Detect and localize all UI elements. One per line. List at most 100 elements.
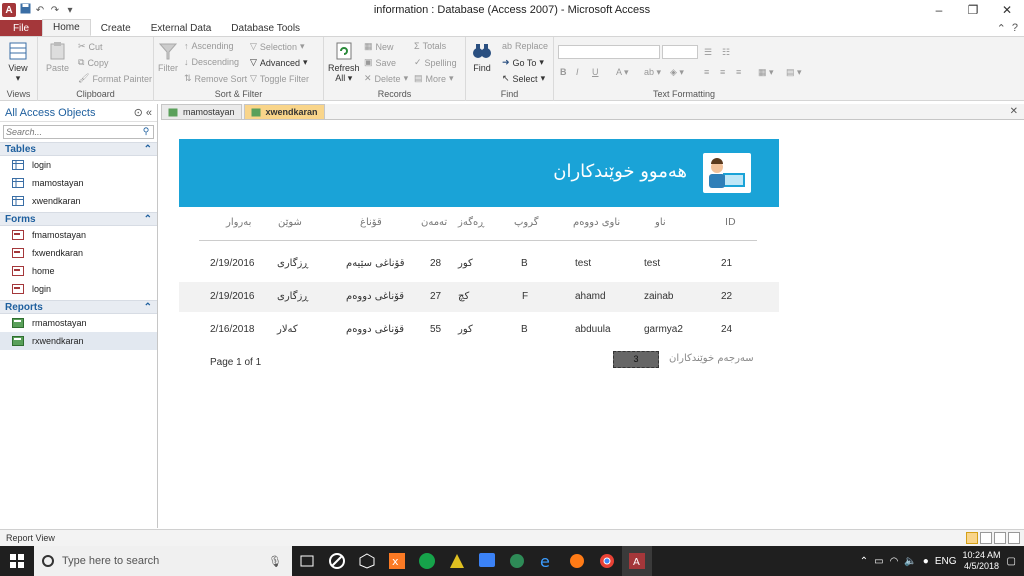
firefox-icon[interactable]: [562, 546, 592, 576]
nav-item-form-login[interactable]: login: [0, 280, 157, 298]
nav-pane-controls-icon[interactable]: ⊙ «: [134, 106, 152, 119]
ascending-button[interactable]: ↑ Ascending: [184, 41, 234, 51]
refresh-all-button[interactable]: Refresh All ▾: [328, 41, 360, 84]
view-button[interactable]: View ▾: [8, 41, 28, 84]
advanced-button[interactable]: ▽ Advanced ▾: [250, 57, 307, 68]
edge-icon[interactable]: e: [532, 546, 562, 576]
tab-external-data[interactable]: External Data: [141, 20, 222, 36]
align-left-icon[interactable]: ≡: [704, 67, 709, 77]
nav-section-reports[interactable]: Reports ⌃: [0, 300, 157, 314]
collapse-ribbon-icon[interactable]: ⌃: [997, 22, 1006, 35]
totals-button[interactable]: Σ Totals: [414, 41, 446, 51]
battery-icon[interactable]: ▭: [874, 556, 883, 567]
total-count-box[interactable]: 3: [613, 351, 659, 368]
weather-icon[interactable]: ●: [923, 556, 929, 567]
wifi-icon[interactable]: ◠: [890, 556, 899, 567]
remove-sort-button[interactable]: ⇅ Remove Sort: [184, 73, 247, 84]
nav-section-forms[interactable]: Forms ⌃: [0, 212, 157, 226]
bullets-icon[interactable]: ☰: [704, 47, 712, 58]
doc-tab-mamostayan[interactable]: mamostayan: [161, 104, 242, 119]
taskbar-search[interactable]: Type here to search 🎙: [34, 546, 292, 576]
alt-row-color-icon[interactable]: ▤ ▾: [786, 67, 802, 78]
report-view-button[interactable]: [966, 532, 978, 544]
find-button[interactable]: Find: [472, 41, 492, 73]
close-document-icon[interactable]: ✕: [1010, 106, 1018, 117]
nav-item-table-mamostayan[interactable]: mamostayan: [0, 174, 157, 192]
access-taskbar-icon[interactable]: A: [622, 546, 652, 576]
tab-file[interactable]: File: [0, 20, 42, 36]
paste-button[interactable]: Paste: [46, 41, 69, 73]
italic-button[interactable]: I: [576, 67, 579, 77]
nav-item-report-rmamostayan[interactable]: rmamostayan: [0, 314, 157, 332]
descending-button[interactable]: ↓ Descending: [184, 57, 239, 67]
undo-icon[interactable]: ↶: [34, 5, 46, 16]
nav-section-tables[interactable]: Tables ⌃: [0, 142, 157, 156]
font-color-button[interactable]: A ▾: [616, 67, 629, 78]
table-row[interactable]: 22 zainab ahamd F کچ 27 قۆناغی دووەم ڕزگ…: [179, 282, 779, 312]
table-row[interactable]: 21 test test B کور 28 قۆناغی سێیەم ڕزگار…: [179, 249, 779, 279]
language-indicator[interactable]: ENG: [935, 556, 957, 567]
format-painter-button[interactable]: 🖌 Format Painter: [78, 73, 152, 84]
nav-item-form-fxwendkaran[interactable]: fxwendkaran: [0, 244, 157, 262]
replace-button[interactable]: ab Replace: [502, 41, 548, 51]
task-view-icon[interactable]: [292, 546, 322, 576]
align-right-icon[interactable]: ≡: [736, 67, 741, 77]
bold-button[interactable]: B: [560, 67, 567, 77]
save-icon[interactable]: [19, 3, 31, 17]
xampp-icon[interactable]: x: [382, 546, 412, 576]
colorful-app-icon[interactable]: [442, 546, 472, 576]
nav-item-report-rxwendkaran[interactable]: rxwendkaran: [0, 332, 157, 350]
cut-button[interactable]: ✂ Cut: [78, 41, 103, 52]
show-hidden-icons[interactable]: ⌃: [860, 556, 868, 567]
minimize-button[interactable]: –: [922, 0, 956, 20]
start-button[interactable]: [0, 546, 34, 576]
underline-button[interactable]: U: [592, 67, 599, 77]
font-name-select[interactable]: [558, 45, 660, 59]
access-logo-icon[interactable]: A: [2, 3, 16, 17]
delete-record-button[interactable]: ✕ Delete ▾: [364, 73, 408, 84]
copy-button[interactable]: ⧉ Copy: [78, 57, 108, 68]
green-app-icon[interactable]: [412, 546, 442, 576]
highlight-button[interactable]: ab ▾: [644, 67, 661, 78]
help-icon[interactable]: ?: [1012, 22, 1018, 35]
tab-database-tools[interactable]: Database Tools: [221, 20, 310, 36]
no-entry-app-icon[interactable]: [322, 546, 352, 576]
restore-button[interactable]: ❐: [956, 0, 990, 20]
chat-app-icon[interactable]: [472, 546, 502, 576]
nav-item-form-home[interactable]: home: [0, 262, 157, 280]
nav-item-form-fmamostayan[interactable]: fmamostayan: [0, 226, 157, 244]
redo-icon[interactable]: ↷: [49, 5, 61, 16]
tab-home[interactable]: Home: [42, 19, 91, 36]
layout-view-button[interactable]: [994, 532, 1006, 544]
nav-search-input[interactable]: [4, 126, 139, 138]
gridlines-icon[interactable]: ▦ ▾: [758, 67, 774, 78]
align-center-icon[interactable]: ≡: [720, 67, 725, 77]
doc-tab-xwendkaran[interactable]: xwendkaran: [243, 104, 325, 119]
chrome-icon[interactable]: [592, 546, 622, 576]
select-button[interactable]: ↖ Select ▾: [502, 73, 545, 84]
nav-item-table-login[interactable]: login: [0, 156, 157, 174]
3d-builder-icon[interactable]: [352, 546, 382, 576]
filter-button[interactable]: Filter: [158, 41, 178, 73]
selection-button[interactable]: ▽ Selection ▾: [250, 41, 304, 52]
customize-qat-icon[interactable]: ▾: [64, 5, 76, 16]
tab-create[interactable]: Create: [91, 20, 141, 36]
new-record-button[interactable]: ▦ New: [364, 41, 394, 52]
close-button[interactable]: ✕: [990, 0, 1024, 20]
fill-color-button[interactable]: ◈ ▾: [670, 67, 684, 78]
design-view-button[interactable]: [1008, 532, 1020, 544]
clock[interactable]: 10:24 AM 4/5/2018: [963, 550, 1001, 572]
spelling-button[interactable]: ✓ Spelling: [414, 57, 457, 68]
save-record-button[interactable]: ▣ Save: [364, 57, 396, 68]
volume-icon[interactable]: 🔈: [904, 556, 916, 567]
table-row[interactable]: 24 garmya2 abduula B کور 55 قۆناغی دووەم…: [179, 315, 779, 345]
nav-pane-header[interactable]: All Access Objects ⊙ «: [0, 104, 157, 122]
print-preview-button[interactable]: [980, 532, 992, 544]
more-button[interactable]: ▤ More ▾: [414, 73, 454, 84]
search-icon[interactable]: ⚲: [139, 126, 153, 138]
toggle-filter-button[interactable]: ▽ Toggle Filter: [250, 73, 309, 84]
globe-app-icon[interactable]: [502, 546, 532, 576]
font-size-select[interactable]: [662, 45, 698, 59]
go-to-button[interactable]: ➜ Go To ▾: [502, 57, 544, 68]
notifications-icon[interactable]: ▢: [1007, 556, 1016, 567]
